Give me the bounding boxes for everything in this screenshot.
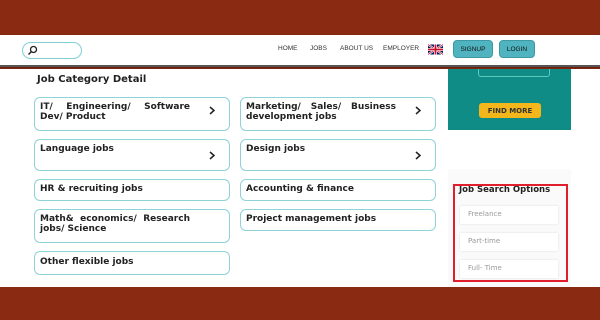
- category-label: Design jobs: [246, 144, 306, 154]
- category-card-other-flexible[interactable]: Other flexible jobs: [34, 251, 230, 275]
- category-card-accounting[interactable]: Accounting & finance: [240, 179, 436, 201]
- site-header: HOME JOBS ABOUT US EMPLOYER SIGNUP LOGIN: [0, 35, 600, 67]
- find-more-button[interactable]: FIND MORE: [479, 103, 541, 118]
- category-label: Language jobs: [40, 144, 114, 154]
- search-input[interactable]: [22, 42, 82, 59]
- chevron-right-icon: [209, 151, 215, 160]
- category-card-marketing[interactable]: Marketing/ Sales/ Business development j…: [240, 97, 436, 131]
- category-label: Math& economics/ Research jobs/ Science: [40, 214, 190, 235]
- category-label: Other flexible jobs: [40, 257, 134, 267]
- ad-ribbon: [478, 69, 550, 77]
- category-card-design[interactable]: Design jobs: [240, 139, 436, 171]
- category-card-language[interactable]: Language jobs: [34, 139, 230, 171]
- top-band: [0, 0, 600, 35]
- nav-employer[interactable]: EMPLOYER: [383, 45, 419, 52]
- category-card-math-economics[interactable]: Math& economics/ Research jobs/ Science: [34, 209, 230, 243]
- nav-about-us[interactable]: ABOUT US: [340, 45, 373, 52]
- chevron-right-icon: [415, 106, 421, 115]
- category-card-project-management[interactable]: Project management jobs: [240, 209, 436, 231]
- category-label: Project management jobs: [246, 214, 377, 224]
- category-label: Accounting & finance: [246, 184, 354, 194]
- category-label: Marketing/ Sales/ Business development j…: [246, 102, 396, 123]
- category-label: IT/ Engineering/ Software Dev/ Product: [40, 102, 190, 123]
- chevron-right-icon: [209, 106, 215, 115]
- highlight-box: [453, 184, 568, 282]
- advertisement-banner: FIND MORE: [448, 69, 571, 130]
- search-icon: [28, 45, 38, 55]
- signup-button[interactable]: SIGNUP: [453, 40, 493, 58]
- bottom-band: [0, 287, 600, 320]
- category-card-hr-recruiting[interactable]: HR & recruiting jobs: [34, 179, 230, 201]
- nav-jobs[interactable]: JOBS: [310, 45, 327, 52]
- category-card-it-engineering[interactable]: IT/ Engineering/ Software Dev/ Product: [34, 97, 230, 131]
- login-button[interactable]: LOGIN: [499, 40, 535, 58]
- nav-home[interactable]: HOME: [278, 45, 298, 52]
- category-label: HR & recruiting jobs: [40, 184, 143, 194]
- page-title: Job Category Detail: [37, 74, 147, 85]
- uk-flag-icon[interactable]: [428, 44, 443, 55]
- chevron-right-icon: [415, 151, 421, 160]
